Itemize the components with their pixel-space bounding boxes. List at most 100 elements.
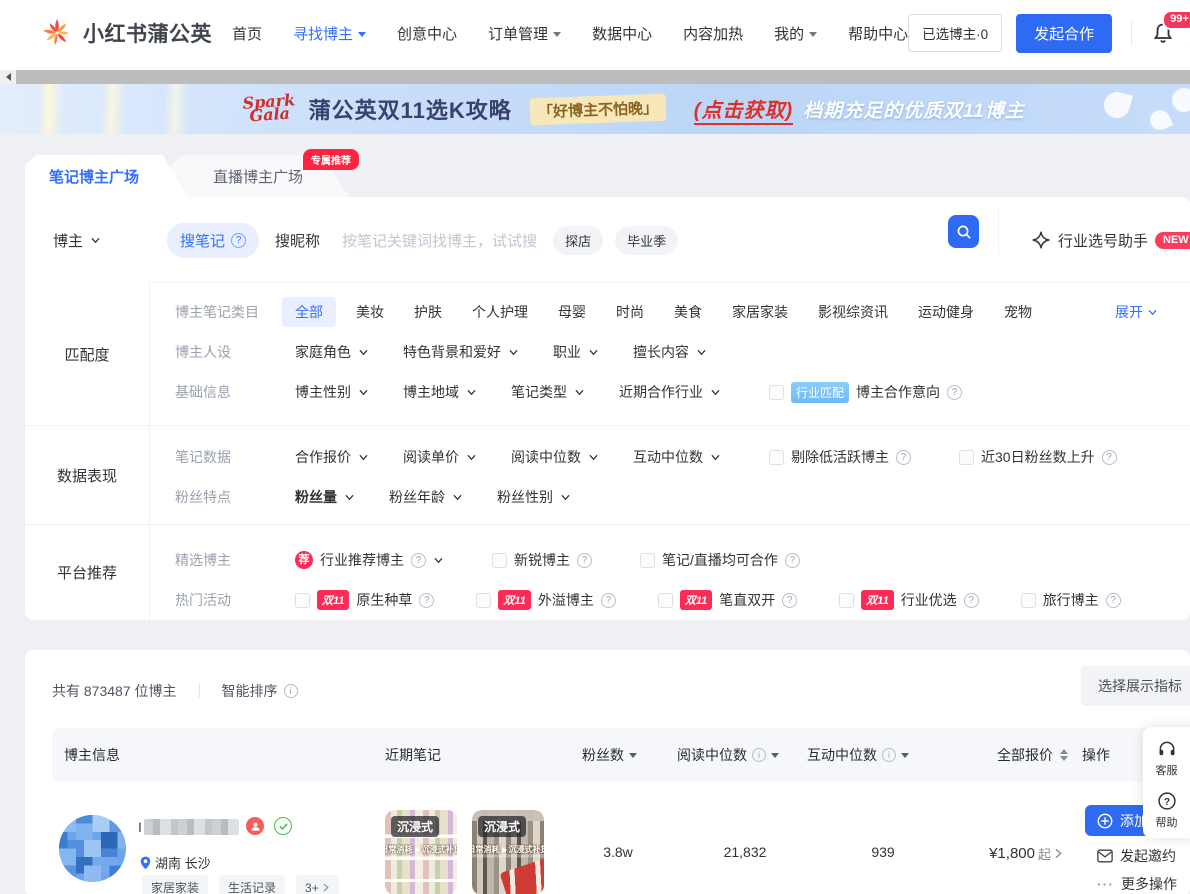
tab-note-blogger-plaza[interactable]: 笔记博主广场 [25,155,187,197]
checkbox[interactable] [492,553,507,568]
dropdown-fans-age[interactable]: 粉丝年龄 [389,487,463,507]
dropdown-note-type[interactable]: 笔记类型 [511,382,585,402]
checkbox[interactable] [839,593,854,608]
nav-item-home[interactable]: 首页 [232,23,262,44]
nav-item-order-management[interactable]: 订单管理 [488,23,561,44]
checkbox-activity-double-open[interactable]: 双11笔直双开? [658,590,797,610]
checkbox[interactable] [1021,593,1036,608]
category-option[interactable]: 运动健身 [918,302,974,322]
dropdown-recent-industry[interactable]: 近期合作行业 [619,382,721,402]
checkbox[interactable] [959,450,974,465]
category-option[interactable]: 时尚 [616,302,644,322]
help-button[interactable]: ? 帮助 [1154,791,1179,830]
note-thumbnail[interactable]: 沉浸式 日常消耗沉浸式补货 [472,810,544,894]
promo-banner[interactable]: SparkGala 蒲公英双11选K攻略 「好博主不怕晚」 (点击获取) 档期充… [0,84,1190,134]
checkbox[interactable] [769,450,784,465]
help-icon[interactable]: ? [782,593,797,608]
suggestion-pill[interactable]: 探店 [553,226,603,255]
horizontal-scrollbar[interactable] [0,70,1190,84]
note-thumbnail[interactable]: 沉浸式 日常消耗沉浸式补货 [385,810,457,894]
help-icon[interactable]: ? [947,385,962,400]
help-icon[interactable]: ? [419,593,434,608]
invite-button[interactable]: 发起邀约 [1097,846,1176,866]
scroll-left-button[interactable] [0,70,16,84]
checkbox[interactable] [295,593,310,608]
col-interact-median-sort[interactable]: 互动中位数i [807,728,909,782]
more-actions-button[interactable]: ··· 更多操作 [1097,874,1177,894]
dropdown-gender[interactable]: 博主性别 [295,382,369,402]
dropdown-read-median[interactable]: 阅读中位数 [511,447,599,467]
search-mode-note[interactable]: 搜笔记? [167,223,259,258]
col-fans-sort[interactable]: 粉丝数 [582,728,637,782]
scrollbar-thumb[interactable] [16,70,1190,84]
industry-assistant[interactable]: 行业选号助手 NEW [1031,197,1190,283]
help-icon[interactable]: ? [411,553,426,568]
dropdown-background-hobby[interactable]: 特色背景和爱好 [403,342,519,362]
nav-item-data-center[interactable]: 数据中心 [592,23,652,44]
help-icon[interactable]: ? [896,450,911,465]
nav-item-mine[interactable]: 我的 [774,23,817,44]
banner-cta[interactable]: (点击获取) [694,94,793,125]
checkbox-remove-inactive[interactable]: 剔除低活跃博主? [769,447,911,467]
nav-item-help-center[interactable]: 帮助中心 [848,23,908,44]
col-read-median-sort[interactable]: 阅读中位数i [677,728,779,782]
category-option[interactable]: 影视综资讯 [818,302,888,322]
smart-sort[interactable]: 智能排序i [222,681,298,701]
help-icon[interactable]: ? [785,553,800,568]
dropdown-coop-price[interactable]: 合作报价 [295,447,369,467]
category-option[interactable]: 母婴 [558,302,586,322]
checkbox-fans-rising[interactable]: 近30日粉丝数上升? [959,447,1117,467]
category-option-all[interactable]: 全部 [282,297,336,327]
nav-item-creative-center[interactable]: 创意中心 [397,23,457,44]
category-option[interactable]: 美食 [674,302,702,322]
help-icon[interactable]: ? [601,593,616,608]
dropdown-region[interactable]: 博主地域 [403,382,477,402]
tag-more-pill[interactable]: 3+ [296,875,339,894]
search-scope-dropdown[interactable]: 博主 [53,230,101,251]
checkbox[interactable] [658,593,673,608]
dropdown-interact-median[interactable]: 互动中位数 [633,447,721,467]
help-icon[interactable]: ? [964,593,979,608]
checkbox[interactable] [640,553,655,568]
checkbox-activity-travel[interactable]: 旅行博主? [1021,590,1121,610]
dropdown-read-price[interactable]: 阅读单价 [403,447,477,467]
avatar[interactable] [59,815,126,882]
customer-service-button[interactable]: 客服 [1154,739,1179,778]
search-mode-nickname[interactable]: 搜昵称 [275,230,320,251]
search-button[interactable] [948,215,979,248]
expand-link[interactable]: 展开 [1115,302,1158,322]
select-display-metrics-button[interactable]: 选择展示指标 [1081,666,1190,706]
dropdown-fans-gender[interactable]: 粉丝性别 [497,487,571,507]
nav-item-find-bloggers[interactable]: 寻找博主 [293,23,366,44]
dropdown-family-role[interactable]: 家庭角色 [295,342,369,362]
category-option[interactable]: 个人护理 [472,302,528,322]
checkbox-activity-industry-select[interactable]: 双11行业优选? [839,590,978,610]
dropdown-fans-count[interactable]: 粉丝量 [295,487,355,507]
checkbox-activity-native[interactable]: 双11原生种草? [295,590,434,610]
checkbox[interactable] [476,593,491,608]
checkbox-industry-match[interactable]: 行业匹配 博主合作意向 ? [769,382,962,403]
category-option[interactable]: 家居家装 [732,302,788,322]
nav-item-content-heating[interactable]: 内容加热 [683,23,743,44]
checkbox-note-live-both[interactable]: 笔记/直播均可合作? [640,550,800,570]
blogger-name[interactable]: I [138,819,239,835]
help-icon[interactable]: ? [1106,593,1121,608]
notification-bell[interactable]: 99+ [1151,21,1175,50]
suggestion-pill[interactable]: 毕业季 [615,226,678,255]
price-value[interactable]: ¥1,800 起 [933,844,1063,863]
help-icon[interactable]: ? [1102,450,1117,465]
category-option[interactable]: 护肤 [414,302,442,322]
brand[interactable]: 小红书蒲公英 [40,16,212,50]
checkbox-activity-spillover[interactable]: 双11外溢博主? [476,590,615,610]
help-icon[interactable]: ? [577,553,592,568]
dropdown-occupation[interactable]: 职业 [553,342,599,362]
start-cooperation-button[interactable]: 发起合作 [1016,14,1112,53]
col-price-sort[interactable]: 全部报价 [997,728,1068,782]
dropdown-industry-recommended[interactable]: 荐 行业推荐博主 ? [295,550,444,570]
category-option[interactable]: 宠物 [1004,302,1032,322]
checkbox[interactable] [769,385,784,400]
search-input[interactable]: 按笔记关键词找博主，试试搜 [342,230,537,251]
selected-bloggers-button[interactable]: 已选博主·0 [908,14,1002,52]
checkbox-new-blogger[interactable]: 新锐博主? [492,550,592,570]
dropdown-expert-content[interactable]: 擅长内容 [633,342,707,362]
